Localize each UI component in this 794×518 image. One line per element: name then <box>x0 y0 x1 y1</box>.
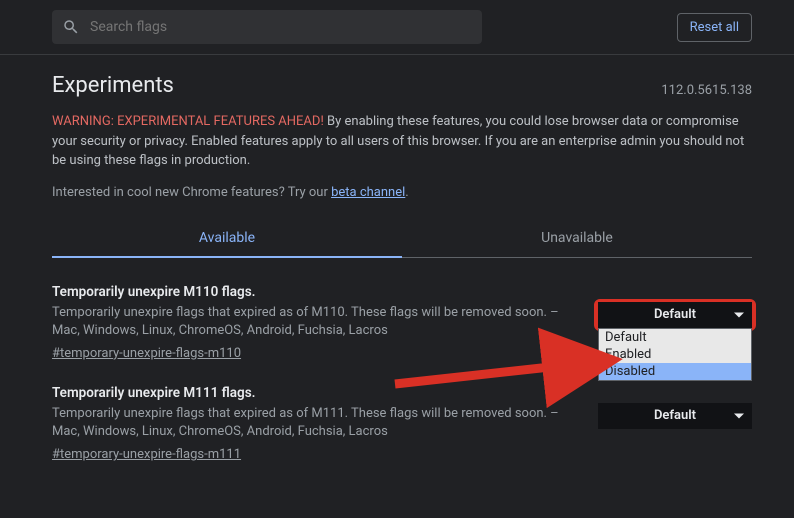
search-input[interactable] <box>90 19 472 35</box>
dropdown-option-default[interactable]: Default <box>599 329 751 346</box>
beta-channel-link[interactable]: beta channel <box>331 185 405 200</box>
version-label: 112.0.5615.138 <box>661 83 752 98</box>
flag-row: Temporarily unexpire M110 flags. Tempora… <box>52 284 752 361</box>
beta-prompt: Interested in cool new Chrome features? … <box>52 185 752 200</box>
tab-bar: Available Unavailable <box>52 220 752 258</box>
search-box[interactable] <box>52 10 482 44</box>
chevron-down-icon <box>734 413 744 418</box>
page-title: Experiments <box>52 73 174 98</box>
dropdown-option-disabled[interactable]: Disabled <box>599 363 751 380</box>
dropdown-option-enabled[interactable]: Enabled <box>599 346 751 363</box>
flag-title: Temporarily unexpire M110 flags. <box>52 284 580 300</box>
top-bar: Reset all <box>0 0 794 55</box>
reset-all-button[interactable]: Reset all <box>677 13 752 42</box>
flag-description: Temporarily unexpire flags that expired … <box>52 405 580 441</box>
content-area: Experiments 112.0.5615.138 WARNING: EXPE… <box>0 55 794 462</box>
search-icon <box>62 18 80 36</box>
warning-prefix: WARNING: EXPERIMENTAL FEATURES AHEAD! <box>52 114 324 129</box>
chevron-down-icon <box>734 312 744 317</box>
flag-anchor-link[interactable]: #temporary-unexpire-flags-m111 <box>52 447 241 462</box>
interest-text: Interested in cool new Chrome features? … <box>52 185 331 200</box>
tab-available[interactable]: Available <box>52 220 402 258</box>
flag-row: Temporarily unexpire M111 flags. Tempora… <box>52 385 752 462</box>
flag-dropdown[interactable]: Default <box>598 403 752 429</box>
dropdown-list: Default Enabled Disabled <box>598 328 752 381</box>
flag-description: Temporarily unexpire flags that expired … <box>52 304 580 340</box>
warning-text: WARNING: EXPERIMENTAL FEATURES AHEAD! By… <box>52 112 752 171</box>
flag-title: Temporarily unexpire M111 flags. <box>52 385 580 401</box>
flag-dropdown[interactable]: Default <box>598 302 752 328</box>
dropdown-value: Default <box>654 307 696 322</box>
tab-unavailable[interactable]: Unavailable <box>402 220 752 257</box>
dropdown-value: Default <box>654 408 696 423</box>
flag-anchor-link[interactable]: #temporary-unexpire-flags-m110 <box>52 346 241 361</box>
